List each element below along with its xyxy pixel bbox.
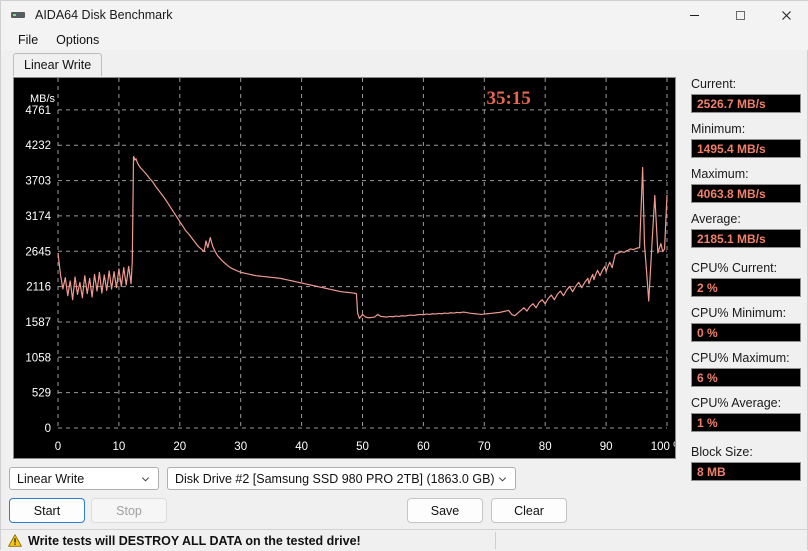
maximize-button[interactable] [717,1,763,29]
drive-select-value: Disk Drive #2 [Samsung SSD 980 PRO 2TB] … [175,471,495,486]
chart-canvas: MB/s 0 529 1058 1587 2116 2645 3174 3703 4232 4761… [25,78,675,453]
stat-minimum: Minimum: 1495.4 MB/s [691,122,801,158]
tab-strip: Linear Write [9,53,801,76]
tab-underline [9,74,801,75]
x-axis-tick-label: 80 [539,441,552,453]
close-icon [781,10,791,20]
save-button[interactable]: Save [407,498,483,523]
y-axis-tick-label: 2116 [26,282,51,294]
stop-button: Stop [91,498,167,523]
stat-cpu-maximum: CPU% Maximum: 6 % [691,351,801,387]
elapsed-timer: 35:15 [486,88,530,109]
stat-minimum-value: 1495.4 MB/s [691,139,801,158]
stat-cpu-current: CPU% Current: 2 % [691,261,801,297]
status-warning-text: Write tests will DESTROY ALL DATA on the… [28,533,361,548]
statistics-panel: Current: 2526.7 MB/s Minimum: 1495.4 MB/… [691,77,801,490]
window-controls [671,1,808,29]
y-axis-tick-label: 4761 [25,105,51,117]
status-divider [495,532,496,549]
y-axis-tick-label: 0 [45,423,51,435]
benchmark-mode-value: Linear Write [17,471,85,486]
stat-block-size: Block Size: 8 MB [691,445,801,481]
x-axis-tick-label: 100 % [651,441,675,453]
stat-average-label: Average: [691,212,741,226]
menu-item-options[interactable]: Options [47,31,108,49]
window-title: AIDA64 Disk Benchmark [35,8,173,22]
stat-current-value: 2526.7 MB/s [691,94,801,113]
x-axis-tick-label: 90 [600,441,613,453]
stat-cpu-current-value: 2 % [691,278,801,297]
chevron-down-icon [498,476,507,482]
x-axis-tick-label: 0 [55,441,61,453]
stat-current-label: Current: [691,77,737,91]
y-axis-tick-label: 3174 [25,211,51,223]
y-axis-tick-label: 4232 [25,140,51,152]
x-axis-tick-label: 20 [173,441,186,453]
y-axis-tick-label: 2645 [25,246,51,258]
stat-minimum-label: Minimum: [691,122,746,136]
x-axis-tick-label: 50 [356,441,369,453]
start-button[interactable]: Start [9,498,85,523]
stat-maximum-value: 4063.8 MB/s [691,184,801,203]
stat-maximum: Maximum: 4063.8 MB/s [691,167,801,203]
stat-cpu-minimum-label: CPU% Minimum: [691,306,787,320]
close-button[interactable] [763,1,808,29]
stat-block-size-value: 8 MB [691,462,801,481]
stat-cpu-average-label: CPU% Average: [691,396,782,410]
stat-cpu-average-value: 1 % [691,413,801,432]
stat-cpu-minimum-value: 0 % [691,323,801,342]
stat-average-value: 2185.1 MB/s [691,229,801,248]
y-axis-tick-label: 1058 [25,352,51,364]
stat-cpu-average: CPU% Average: 1 % [691,396,801,432]
disk-drive-icon [10,7,26,23]
stat-current: Current: 2526.7 MB/s [691,77,801,113]
benchmark-mode-select[interactable]: Linear Write [9,467,159,490]
x-axis-tick-label: 40 [295,441,308,453]
minimize-icon [689,14,699,16]
stat-cpu-current-label: CPU% Current: [691,261,778,275]
x-axis-tick-label: 70 [478,441,491,453]
minimize-button[interactable] [671,1,717,29]
maximize-icon [735,10,745,20]
stat-cpu-minimum: CPU% Minimum: 0 % [691,306,801,342]
drive-select[interactable]: Disk Drive #2 [Samsung SSD 980 PRO 2TB] … [167,467,516,490]
y-axis-tick-label: 3703 [25,176,51,188]
y-axis-tick-label: 1587 [25,317,51,329]
chevron-down-icon [141,476,150,482]
warning-icon [8,534,22,547]
status-bar: Write tests will DESTROY ALL DATA on the… [1,529,807,551]
clear-button[interactable]: Clear [491,498,567,523]
benchmark-chart: MB/s 0 529 1058 1587 2116 2645 3174 3703 4232 4761… [13,77,676,459]
x-axis-tick-label: 60 [417,441,430,453]
tab-linear-write[interactable]: Linear Write [13,53,103,76]
x-axis-tick-label: 10 [113,441,126,453]
aida64-disk-benchmark-window: AIDA64 Disk Benchmark File Options Linea… [0,0,808,551]
stat-maximum-label: Maximum: [691,167,749,181]
y-axis-tick-label: 529 [32,388,51,400]
x-axis-tick-label: 30 [234,441,247,453]
title-bar: AIDA64 Disk Benchmark [1,1,808,29]
y-axis-unit-label: MB/s [30,93,56,105]
stat-cpu-maximum-label: CPU% Maximum: [691,351,790,365]
stat-average: Average: 2185.1 MB/s [691,212,801,248]
stat-cpu-maximum-value: 6 % [691,368,801,387]
menu-bar: File Options [1,29,808,50]
stat-block-size-label: Block Size: [691,445,753,459]
menu-item-file[interactable]: File [9,31,47,49]
